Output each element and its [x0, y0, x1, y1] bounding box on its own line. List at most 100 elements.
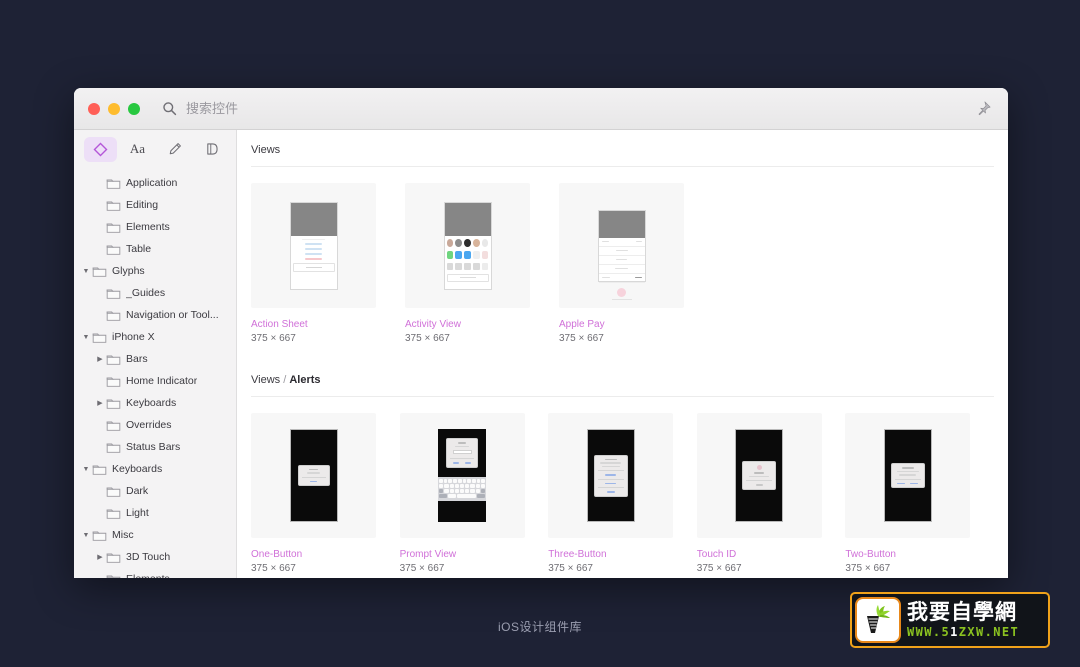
chevron-right-icon[interactable]: ▶	[94, 399, 106, 407]
folder-icon	[106, 443, 121, 453]
tree-item-label: Home Indicator	[126, 375, 198, 387]
card-title[interactable]: One-Button	[251, 549, 400, 560]
card-touch-id[interactable]: Touch ID 375 × 667	[696, 413, 846, 574]
thumbnail-apple-pay	[559, 183, 684, 308]
watermark-text: 我要自學網 WWW.51ZXW.NET	[907, 601, 1019, 639]
tree-item-3d-touch[interactable]: ▶ 3D Touch	[74, 546, 236, 568]
folder-icon	[106, 575, 121, 578]
tab-layer-styles[interactable]	[158, 137, 191, 162]
card-title[interactable]: Apple Pay	[559, 319, 713, 330]
card-size: 375 × 667	[251, 563, 296, 574]
folder-icon-wrap	[106, 551, 126, 564]
tree-item-navigation-or-tool[interactable]: Navigation or Tool...	[74, 304, 236, 326]
tab-export[interactable]	[195, 137, 228, 162]
tree-item-elements[interactable]: Elements	[74, 216, 236, 238]
card-size: 375 × 667	[559, 333, 604, 344]
tree-item-bars[interactable]: ▶ Bars	[74, 348, 236, 370]
card-prompt-view[interactable]: Prompt View 375 × 667	[399, 413, 549, 574]
tree-item-label: Bars	[126, 353, 148, 365]
tree-item-misc[interactable]: ▼ Misc	[74, 524, 236, 546]
tab-text-styles[interactable]: Aa	[121, 137, 154, 162]
tree-item-label: _Guides	[126, 287, 166, 299]
card-size: 375 × 667	[696, 563, 742, 574]
card-two-button[interactable]: Two-Button 375 × 667	[845, 413, 994, 574]
folder-icon	[92, 267, 107, 277]
phone-mock	[597, 209, 646, 300]
tree-item-guides[interactable]: _Guides	[74, 282, 236, 304]
chevron-down-icon[interactable]: ▼	[80, 532, 92, 539]
breadcrumb-views: Views	[251, 130, 994, 167]
card-action-sheet[interactable]: Action Sheet 375 × 667	[251, 183, 405, 344]
folder-icon	[106, 399, 121, 409]
tree-item-label: Light	[126, 507, 149, 519]
tree-item-label: Navigation or Tool...	[126, 309, 219, 321]
thumbnail-one-button	[251, 413, 376, 538]
card-one-button[interactable]: One-Button 375 × 667	[251, 413, 400, 574]
zoom-button[interactable]	[128, 102, 140, 115]
card-apple-pay[interactable]: Apple Pay 375 × 667	[559, 183, 713, 344]
phone-mock	[289, 429, 338, 522]
tree-item-label: Keyboards	[126, 397, 177, 409]
tree-item-light[interactable]: Light	[74, 502, 236, 524]
alert-dialog	[742, 461, 777, 490]
tree-item-overrides[interactable]: Overrides	[74, 414, 236, 436]
close-button[interactable]	[88, 102, 100, 115]
card-title[interactable]: Activity View	[405, 319, 559, 330]
tree-item-keyboards[interactable]: ▼ Keyboards	[74, 458, 236, 480]
crumb-text: Views	[251, 374, 281, 386]
card-three-button[interactable]: Three-Button 375 × 667	[548, 413, 697, 574]
tree-item-dark[interactable]: Dark	[74, 480, 236, 502]
card-title[interactable]: Touch ID	[697, 549, 846, 560]
tree-item-editing[interactable]: Editing	[74, 194, 236, 216]
tree-item-table[interactable]: Table	[74, 238, 236, 260]
folder-icon	[92, 465, 107, 475]
folder-icon-wrap	[106, 573, 126, 578]
sidebar-tabbar: Aa	[74, 130, 236, 168]
chevron-down-icon[interactable]: ▼	[80, 268, 92, 275]
tree-item-glyphs[interactable]: ▼ Glyphs	[74, 260, 236, 282]
tree-item-home-indicator[interactable]: Home Indicator	[74, 370, 236, 392]
tree-item-label: iPhone X	[112, 331, 155, 343]
card-activity-view[interactable]: Activity View 375 × 667	[405, 183, 559, 344]
chevron-right-icon[interactable]: ▶	[94, 355, 106, 363]
app-window: Aa Application Editing Elements Table ▼ Gl…	[74, 88, 1008, 578]
tree-item-status-bars[interactable]: Status Bars	[74, 436, 236, 458]
card-title[interactable]: Prompt View	[400, 549, 549, 560]
flag-icon	[206, 143, 218, 155]
tree-item-label: Misc	[112, 529, 134, 541]
card-title[interactable]: Two-Button	[845, 549, 994, 560]
tab-components[interactable]	[84, 136, 117, 162]
tree-item-keyboards[interactable]: ▶ Keyboards	[74, 392, 236, 414]
tree-item-application[interactable]: Application	[74, 172, 236, 194]
card-title[interactable]: Three-Button	[548, 549, 697, 560]
thumbnail-two-button	[845, 413, 971, 538]
folder-icon-wrap	[92, 265, 112, 278]
phone-mock	[443, 201, 492, 290]
card-size: 375 × 667	[845, 563, 891, 574]
search-area	[162, 101, 436, 116]
minimize-button[interactable]	[108, 102, 120, 115]
card-title[interactable]: Action Sheet	[251, 319, 405, 330]
tree-item-label: Editing	[126, 199, 159, 211]
folder-icon-wrap	[106, 177, 126, 190]
chevron-down-icon[interactable]: ▼	[80, 466, 92, 473]
layer-tree[interactable]: Application Editing Elements Table ▼ Glyph…	[74, 168, 236, 578]
pin-icon[interactable]	[974, 100, 992, 118]
folder-icon-wrap	[106, 485, 126, 498]
pen-icon	[169, 143, 181, 155]
tree-item-elements[interactable]: Elements	[74, 568, 236, 578]
phone-mock	[586, 429, 635, 522]
card-size: 375 × 667	[405, 333, 450, 344]
chevron-right-icon[interactable]: ▶	[94, 553, 106, 561]
thumbnail-activity-view	[405, 183, 530, 308]
tree-item-iphone-x[interactable]: ▼ iPhone X	[74, 326, 236, 348]
watermark-logo-icon	[855, 597, 901, 643]
search-input[interactable]	[186, 101, 436, 116]
folder-icon	[106, 223, 121, 233]
chevron-down-icon[interactable]: ▼	[80, 334, 92, 341]
tree-item-label: Application	[126, 177, 178, 189]
